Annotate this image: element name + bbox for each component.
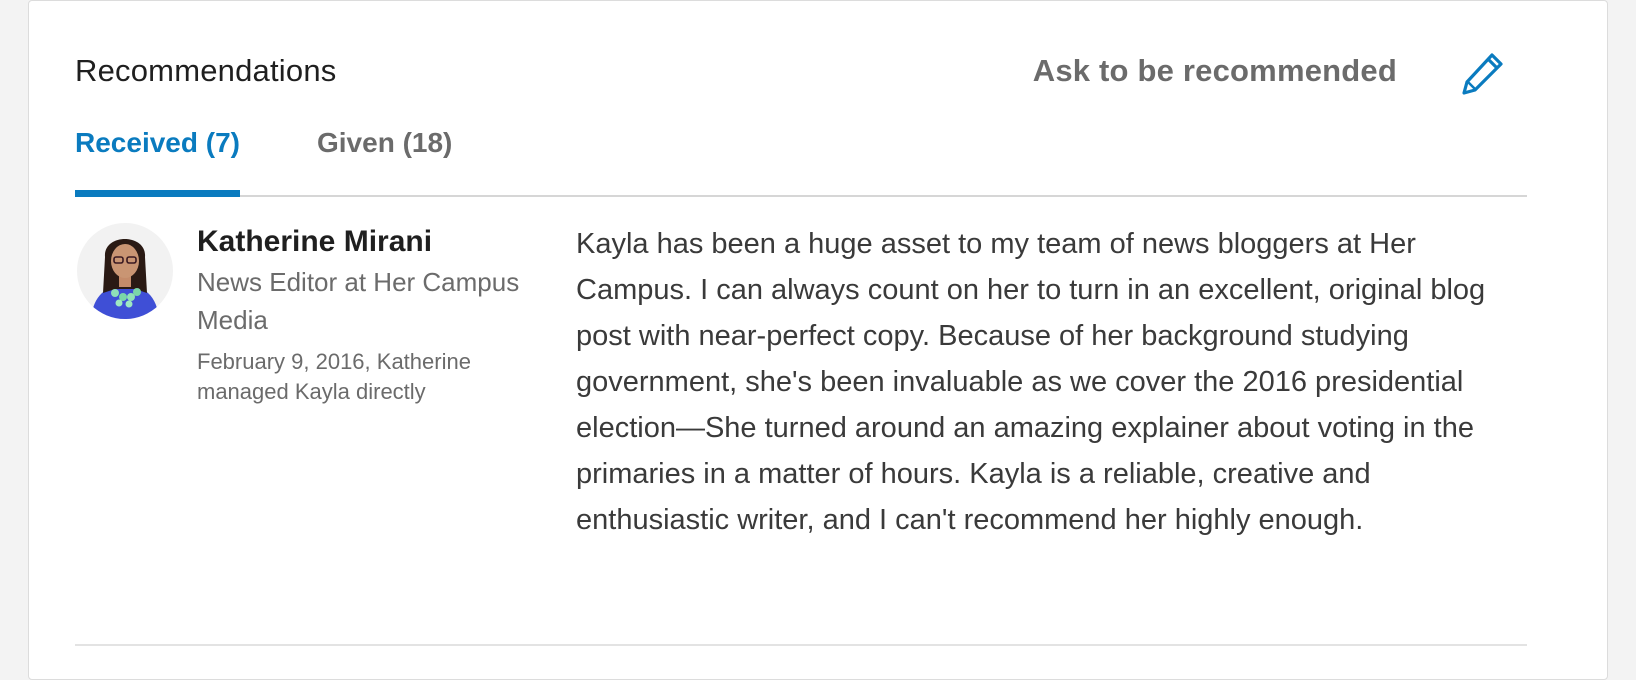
- recommendation-item: Katherine Mirani News Editor at Her Camp…: [75, 219, 1527, 646]
- recommendations-card: Recommendations Ask to be recommended Re…: [28, 0, 1608, 680]
- recommender-headline: News Editor at Her Campus Media: [197, 267, 520, 335]
- tab-received[interactable]: Received (7): [75, 127, 240, 159]
- recommender-name[interactable]: Katherine Mirani: [197, 225, 432, 259]
- recommendation-tabs: Received (7) Given (18): [75, 119, 1527, 197]
- recommendation-meta: February 9, 2016, Katherine managed Kayl…: [197, 349, 471, 404]
- tab-given[interactable]: Given (18): [317, 127, 452, 159]
- active-tab-indicator: [75, 190, 240, 197]
- recommendation-text: Kayla has been a huge asset to my team o…: [576, 228, 1486, 536]
- section-title: Recommendations: [75, 53, 337, 88]
- avatar[interactable]: [77, 223, 173, 319]
- ask-to-be-recommended-link[interactable]: Ask to be recommended: [1033, 53, 1397, 89]
- pencil-icon[interactable]: [1459, 51, 1505, 97]
